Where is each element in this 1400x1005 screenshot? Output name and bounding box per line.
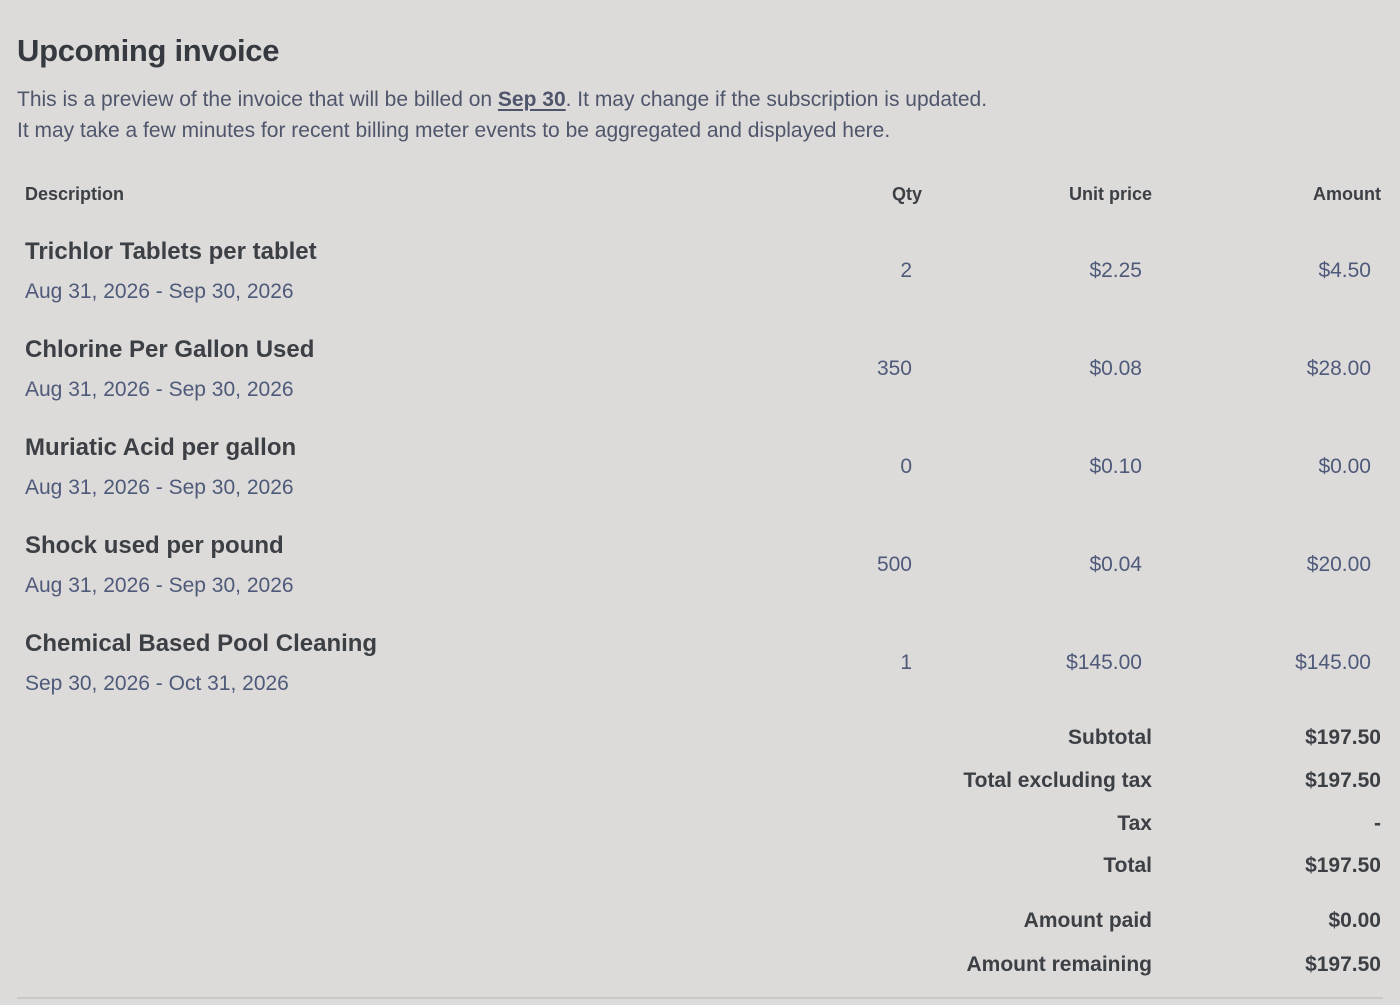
- line-item-amount: $0.00: [1318, 455, 1371, 478]
- line-item-name: Chemical Based Pool Cleaning: [25, 630, 378, 657]
- upcoming-invoice-panel: Upcoming invoice This is a preview of th…: [17, 0, 1383, 1005]
- line-item-qty: 350: [876, 357, 912, 380]
- tax-value: -: [1374, 812, 1381, 835]
- amount-remaining-value: $197.50: [1305, 953, 1381, 976]
- line-item-amount: $28.00: [1306, 357, 1371, 380]
- table-row: Muriatic Acid per gallon Aug 31, 2026 - …: [17, 434, 1373, 532]
- column-header-qty: Qty: [891, 184, 922, 204]
- line-item-name: Shock used per pound: [25, 532, 284, 559]
- line-item-qty: 500: [876, 553, 912, 576]
- column-header-amount: Amount: [1313, 184, 1381, 204]
- table-row: Chlorine Per Gallon Used Aug 31, 2026 - …: [17, 336, 1373, 434]
- line-item-name: Chlorine Per Gallon Used: [25, 336, 315, 363]
- amount-remaining-label: Amount remaining: [966, 953, 1152, 976]
- line-item-amount: $20.00: [1306, 553, 1371, 576]
- line-item-period: Aug 31, 2026 - Sep 30, 2026: [25, 476, 294, 499]
- table-row: Shock used per pound Aug 31, 2026 - Sep …: [17, 532, 1373, 630]
- total-excluding-tax-value: $197.50: [1305, 769, 1381, 792]
- line-item-name: Muriatic Acid per gallon: [25, 434, 297, 461]
- line-item-name: Trichlor Tablets per tablet: [25, 238, 317, 265]
- line-item-qty: 0: [900, 455, 912, 478]
- amount-paid-label: Amount paid: [1023, 909, 1152, 932]
- line-item-unit-price: $0.08: [1089, 357, 1142, 380]
- intro-line-1: This is a preview of the invoice that wi…: [17, 84, 987, 115]
- intro-line-2: It may take a few minutes for recent bil…: [17, 119, 891, 142]
- invoice-intro: This is a preview of the invoice that wi…: [17, 84, 987, 146]
- line-item-amount: $4.50: [1318, 259, 1371, 282]
- column-header-description: Description: [25, 184, 125, 204]
- column-header-unit-price: Unit price: [1068, 184, 1152, 204]
- page-title: Upcoming invoice: [17, 33, 280, 68]
- table-row: Chemical Based Pool Cleaning Sep 30, 202…: [17, 630, 1373, 728]
- total-value: $197.50: [1305, 854, 1381, 877]
- line-item-period: Aug 31, 2026 - Sep 30, 2026: [25, 280, 294, 303]
- line-item-unit-price: $2.25: [1089, 259, 1142, 282]
- line-item-qty: 1: [900, 651, 912, 674]
- line-item-amount: $145.00: [1295, 651, 1371, 674]
- table-row: Trichlor Tablets per tablet Aug 31, 2026…: [17, 238, 1373, 336]
- total-excluding-tax-label: Total excluding tax: [963, 769, 1152, 792]
- bottom-divider: [17, 997, 1383, 999]
- intro-text-before: This is a preview of the invoice that wi…: [17, 88, 498, 111]
- tax-label: Tax: [1117, 812, 1152, 835]
- line-item-qty: 2: [900, 259, 912, 282]
- intro-text-after: . It may change if the subscription is u…: [565, 88, 988, 111]
- subtotal-value: $197.50: [1305, 726, 1381, 749]
- billing-date-link[interactable]: Sep 30: [498, 88, 566, 111]
- subtotal-label: Subtotal: [1068, 726, 1152, 749]
- amount-paid-value: $0.00: [1328, 909, 1381, 932]
- line-item-unit-price: $145.00: [1066, 651, 1142, 674]
- line-item-unit-price: $0.04: [1089, 553, 1142, 576]
- total-label: Total: [1103, 854, 1152, 877]
- line-item-period: Aug 31, 2026 - Sep 30, 2026: [25, 574, 294, 597]
- line-item-period: Aug 31, 2026 - Sep 30, 2026: [25, 378, 294, 401]
- line-item-period: Sep 30, 2026 - Oct 31, 2026: [25, 672, 289, 695]
- line-item-unit-price: $0.10: [1089, 455, 1142, 478]
